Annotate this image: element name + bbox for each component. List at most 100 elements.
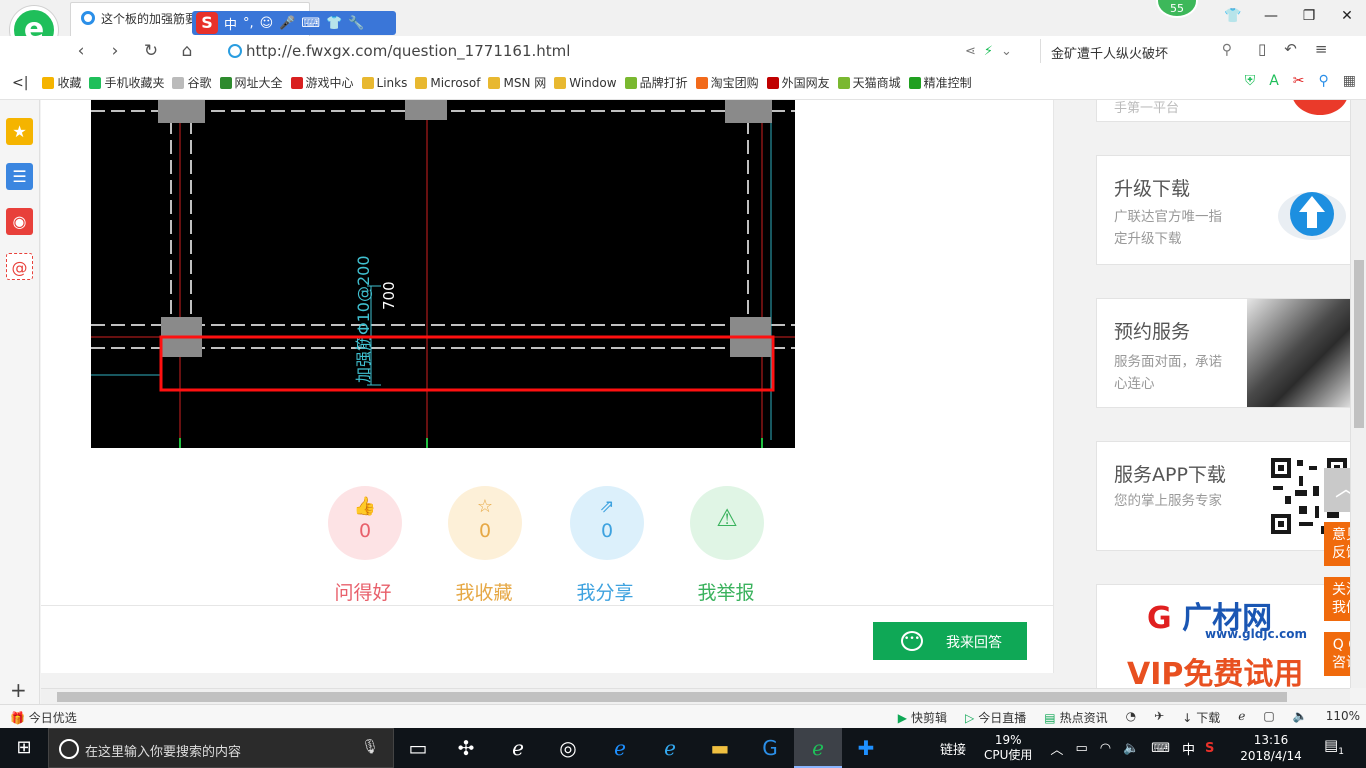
speaker-icon[interactable]: 🔈: [1123, 741, 1139, 756]
back-to-top-button[interactable]: ︿: [1324, 468, 1350, 512]
chevron-down-icon[interactable]: ⌄: [1001, 44, 1012, 59]
qq-button[interactable]: Q Q 咨询: [1324, 632, 1350, 676]
ime-skin-icon[interactable]: 👕: [326, 16, 342, 31]
wifi-icon[interactable]: ◠: [1100, 741, 1111, 756]
favorites-star-icon[interactable]: ★: [6, 118, 33, 145]
quick-clip-button[interactable]: ▶ 快剪辑: [898, 709, 947, 726]
search-tool-icon[interactable]: ⚲: [1319, 73, 1329, 89]
search-icon[interactable]: ⚲: [1222, 42, 1232, 58]
weibo-icon[interactable]: ◉: [6, 208, 33, 235]
horizontal-scroll-thumb[interactable]: [57, 692, 1287, 702]
translate-icon[interactable]: A: [1269, 73, 1279, 89]
ime-keyboard-icon[interactable]: ⌨: [301, 16, 320, 31]
sidebar-toggle-icon[interactable]: <|: [12, 75, 28, 91]
skin-icon[interactable]: 👕: [1214, 0, 1252, 32]
zoom-level[interactable]: 110%: [1326, 709, 1360, 726]
lightning-icon[interactable]: ⚡: [984, 44, 993, 59]
url-text[interactable]: http://e.fwxgx.com/question_1771161.html: [246, 42, 570, 60]
sogou-tray-icon[interactable]: S: [1205, 741, 1214, 756]
tray-expand-icon[interactable]: ︿: [1050, 739, 1063, 758]
back-button[interactable]: ‹: [70, 40, 92, 62]
ime-punct-icon[interactable]: °,: [243, 16, 254, 31]
restore-button[interactable]: ❐: [1290, 0, 1328, 32]
today-picks[interactable]: 🎁 今日优选: [10, 709, 77, 726]
bookmark-item[interactable]: 品牌打折: [624, 74, 688, 91]
file-explorer-icon[interactable]: ▬: [696, 728, 744, 768]
close-button[interactable]: ✕: [1328, 0, 1366, 32]
favorite-button[interactable]: ☆ 0: [448, 486, 522, 560]
bookmark-item[interactable]: 外国网友: [766, 74, 830, 91]
keyboard-icon[interactable]: ⌨: [1151, 741, 1170, 756]
report-label[interactable]: 我举报: [666, 578, 786, 605]
pin-icon[interactable]: ✈: [1154, 709, 1164, 726]
answer-button[interactable]: ••• 我来回答: [873, 622, 1027, 660]
live-button[interactable]: ▷ 今日直播: [965, 709, 1026, 726]
ime-mode[interactable]: 中: [224, 14, 237, 33]
start-button[interactable]: ⊞: [0, 728, 48, 768]
vertical-scroll-thumb[interactable]: [1354, 260, 1364, 428]
like-button[interactable]: 👍 0: [328, 486, 402, 560]
clock[interactable]: 13:16 2018/4/14: [1232, 732, 1310, 764]
grid-icon[interactable]: ▦: [1343, 73, 1356, 89]
address-bar[interactable]: http://e.fwxgx.com/question_1771161.html: [222, 39, 957, 63]
menu-icon[interactable]: ≡: [1315, 40, 1328, 58]
like-label[interactable]: 问得好: [303, 578, 423, 605]
ie-mode-icon[interactable]: ℯ: [1238, 709, 1245, 726]
speed-icon[interactable]: ◔: [1126, 709, 1136, 726]
news-button[interactable]: ▤ 热点资讯: [1044, 709, 1107, 726]
cpu-meter[interactable]: 19% CPU使用: [984, 733, 1032, 763]
glodon-ad-card[interactable]: G 广材网 www.gldjc.com VIP免费试用: [1096, 584, 1350, 688]
battery-icon[interactable]: ▭: [1075, 741, 1087, 756]
bookmark-item[interactable]: MSN 网: [488, 74, 546, 91]
action-center-button[interactable]: ▤1: [1320, 736, 1348, 760]
search-box[interactable]: 金矿遭千人纵火破坏 ⚲: [1040, 39, 1240, 63]
bookmark-item[interactable]: 谷歌: [172, 74, 212, 91]
favorite-label[interactable]: 我收藏: [424, 578, 544, 605]
vertical-scrollbar[interactable]: [1350, 100, 1366, 688]
bookmark-item[interactable]: Links: [361, 76, 407, 90]
sogou-ime-icon[interactable]: S: [196, 12, 218, 34]
reading-list-icon[interactable]: ☰: [6, 163, 33, 190]
ime-emoji-icon[interactable]: ☺: [260, 16, 274, 31]
report-button[interactable]: ⚠: [690, 486, 764, 560]
bookmark-item[interactable]: 网址大全: [219, 74, 283, 91]
notification-badge[interactable]: 55: [1156, 0, 1198, 18]
download-button[interactable]: ↓ 下载: [1182, 709, 1220, 726]
window-icon[interactable]: ▢: [1263, 709, 1274, 726]
bookmark-item[interactable]: 天猫商城: [837, 74, 901, 91]
email-icon[interactable]: @: [6, 253, 33, 280]
feedback-button[interactable]: 意见 反馈: [1324, 522, 1350, 566]
ime-toolbar[interactable]: S 中 °, ☺ 🎤 ⌨ 👕 🔧: [192, 11, 396, 35]
follow-button[interactable]: 关注 我们: [1324, 577, 1350, 621]
bookmark-item[interactable]: 手机收藏夹: [89, 74, 164, 91]
bookmark-item[interactable]: Window: [554, 76, 617, 90]
remote-app-icon[interactable]: ✚: [842, 728, 890, 768]
app-download-card[interactable]: 服务APP下载 您的掌上服务专家: [1096, 441, 1350, 551]
share-button[interactable]: ⇗ 0: [570, 486, 644, 560]
ie-icon[interactable]: ℯ: [646, 728, 694, 768]
appointment-service-card[interactable]: 预约服务 服务面对面，承诺心连心: [1096, 298, 1350, 408]
mobile-icon[interactable]: ▯: [1258, 40, 1266, 58]
swirl-app-icon[interactable]: ◎: [544, 728, 592, 768]
360-browser-taskbar-icon[interactable]: ℯ: [794, 728, 842, 768]
edge-icon[interactable]: ℯ: [596, 728, 644, 768]
scissors-icon[interactable]: ✂: [1293, 73, 1305, 89]
home-button[interactable]: ⌂: [176, 40, 198, 62]
share-label[interactable]: 我分享: [545, 578, 665, 605]
shield-icon[interactable]: ⛨: [1245, 73, 1256, 89]
site-security-icon[interactable]: [228, 44, 242, 58]
add-icon[interactable]: +: [10, 678, 27, 702]
taskbar-search[interactable]: 在这里输入你要搜索的内容 🎙: [48, 728, 394, 768]
bookmark-item[interactable]: 淘宝团购: [695, 74, 759, 91]
taskbar-search-input[interactable]: 在这里输入你要搜索的内容: [85, 741, 241, 760]
minimize-button[interactable]: —: [1252, 0, 1290, 32]
g-app-icon[interactable]: G: [746, 728, 794, 768]
refresh-button[interactable]: ↻: [140, 40, 162, 62]
undo-icon[interactable]: ↶: [1284, 40, 1297, 58]
links-toolbar[interactable]: 链接: [940, 739, 966, 758]
pinwheel-app-icon[interactable]: ✣: [442, 728, 490, 768]
bookmark-item[interactable]: Microsof: [415, 76, 480, 90]
microphone-icon[interactable]: 🎙: [361, 739, 379, 755]
volume-icon[interactable]: 🔈: [1293, 709, 1308, 726]
forward-button[interactable]: ›: [104, 40, 126, 62]
